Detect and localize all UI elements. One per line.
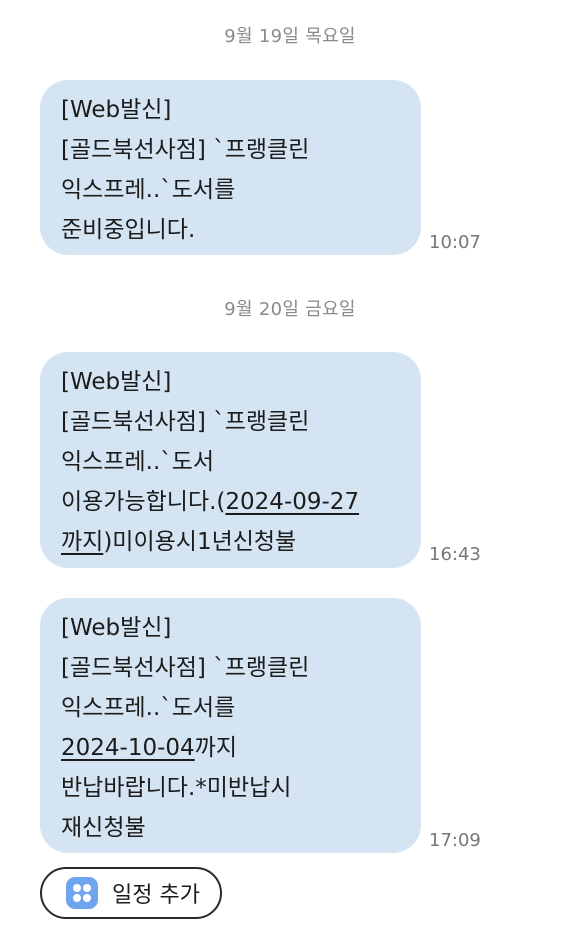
message-line: 준비중입니다. (61, 210, 403, 250)
message-text: 준비중입니다. (61, 217, 196, 243)
message-text: [Web발신] (61, 615, 172, 641)
add-schedule-button[interactable]: 일정 추가 (40, 867, 222, 919)
message-time: 16:43 (429, 544, 481, 565)
message-text: 익스프레..`도서를 (61, 177, 236, 203)
message-line: 익스프레..`도서 (61, 442, 403, 482)
date-link[interactable]: 2024-10-04 (61, 735, 195, 761)
message-line: [골드북선사점] `프랭클린 (61, 402, 403, 442)
message-line: 까지)미이용시1년신청불 (61, 522, 403, 562)
message-bubble[interactable]: [Web발신] [골드북선사점] `프랭클린익스프레..`도서를준비중입니다. (40, 80, 421, 255)
calendar-dots-icon (66, 877, 98, 909)
date-link[interactable]: 까지 (61, 529, 103, 555)
message-text: )미이용시1년신청불 (103, 529, 297, 555)
message-line: [Web발신] (61, 608, 403, 648)
message-text: 익스프레..`도서를 (61, 695, 236, 721)
message-time: 17:09 (429, 830, 481, 851)
message-bubble[interactable]: [Web발신] [골드북선사점] `프랭클린익스프레..`도서를 2024-10-0… (40, 598, 421, 853)
message-line: [골드북선사점] `프랭클린 (61, 130, 403, 170)
message-line: [Web발신] (61, 90, 403, 130)
add-schedule-label: 일정 추가 (112, 883, 200, 908)
message-bubble[interactable]: [Web발신] [골드북선사점] `프랭클린익스프레..`도서이용가능합니다.(2… (40, 352, 421, 568)
message-text: [골드북선사점] `프랭클린 (61, 137, 310, 163)
date-link[interactable]: 2024-09-27 (225, 489, 359, 515)
message-line: 재신청불 (61, 808, 403, 848)
message-text: [골드북선사점] `프랭클린 (61, 655, 310, 681)
date-separator: 9월 20일 금요일 (224, 299, 356, 320)
message-text: 익스프레..`도서 (61, 449, 215, 475)
message-line: 2024-10-04까지 (61, 728, 403, 768)
message-line: 반납바랍니다.*미반납시 (61, 768, 403, 808)
message-time: 10:07 (429, 232, 481, 253)
message-text: [골드북선사점] `프랭클린 (61, 409, 310, 435)
message-text: 이용가능합니다.( (61, 489, 226, 515)
message-line: [Web발신] (61, 362, 403, 402)
message-text: 재신청불 (61, 815, 146, 841)
message-text: [Web발신] (61, 97, 172, 123)
message-text: 반납바랍니다.*미반납시 (61, 775, 292, 801)
message-line: 익스프레..`도서를 (61, 170, 403, 210)
message-line: 이용가능합니다.(2024-09-27 (61, 482, 403, 522)
message-line: 익스프레..`도서를 (61, 688, 403, 728)
message-text: 까지 (194, 735, 237, 761)
message-line: [골드북선사점] `프랭클린 (61, 648, 403, 688)
date-separator: 9월 19일 목요일 (224, 26, 356, 47)
message-text: [Web발신] (61, 369, 172, 395)
